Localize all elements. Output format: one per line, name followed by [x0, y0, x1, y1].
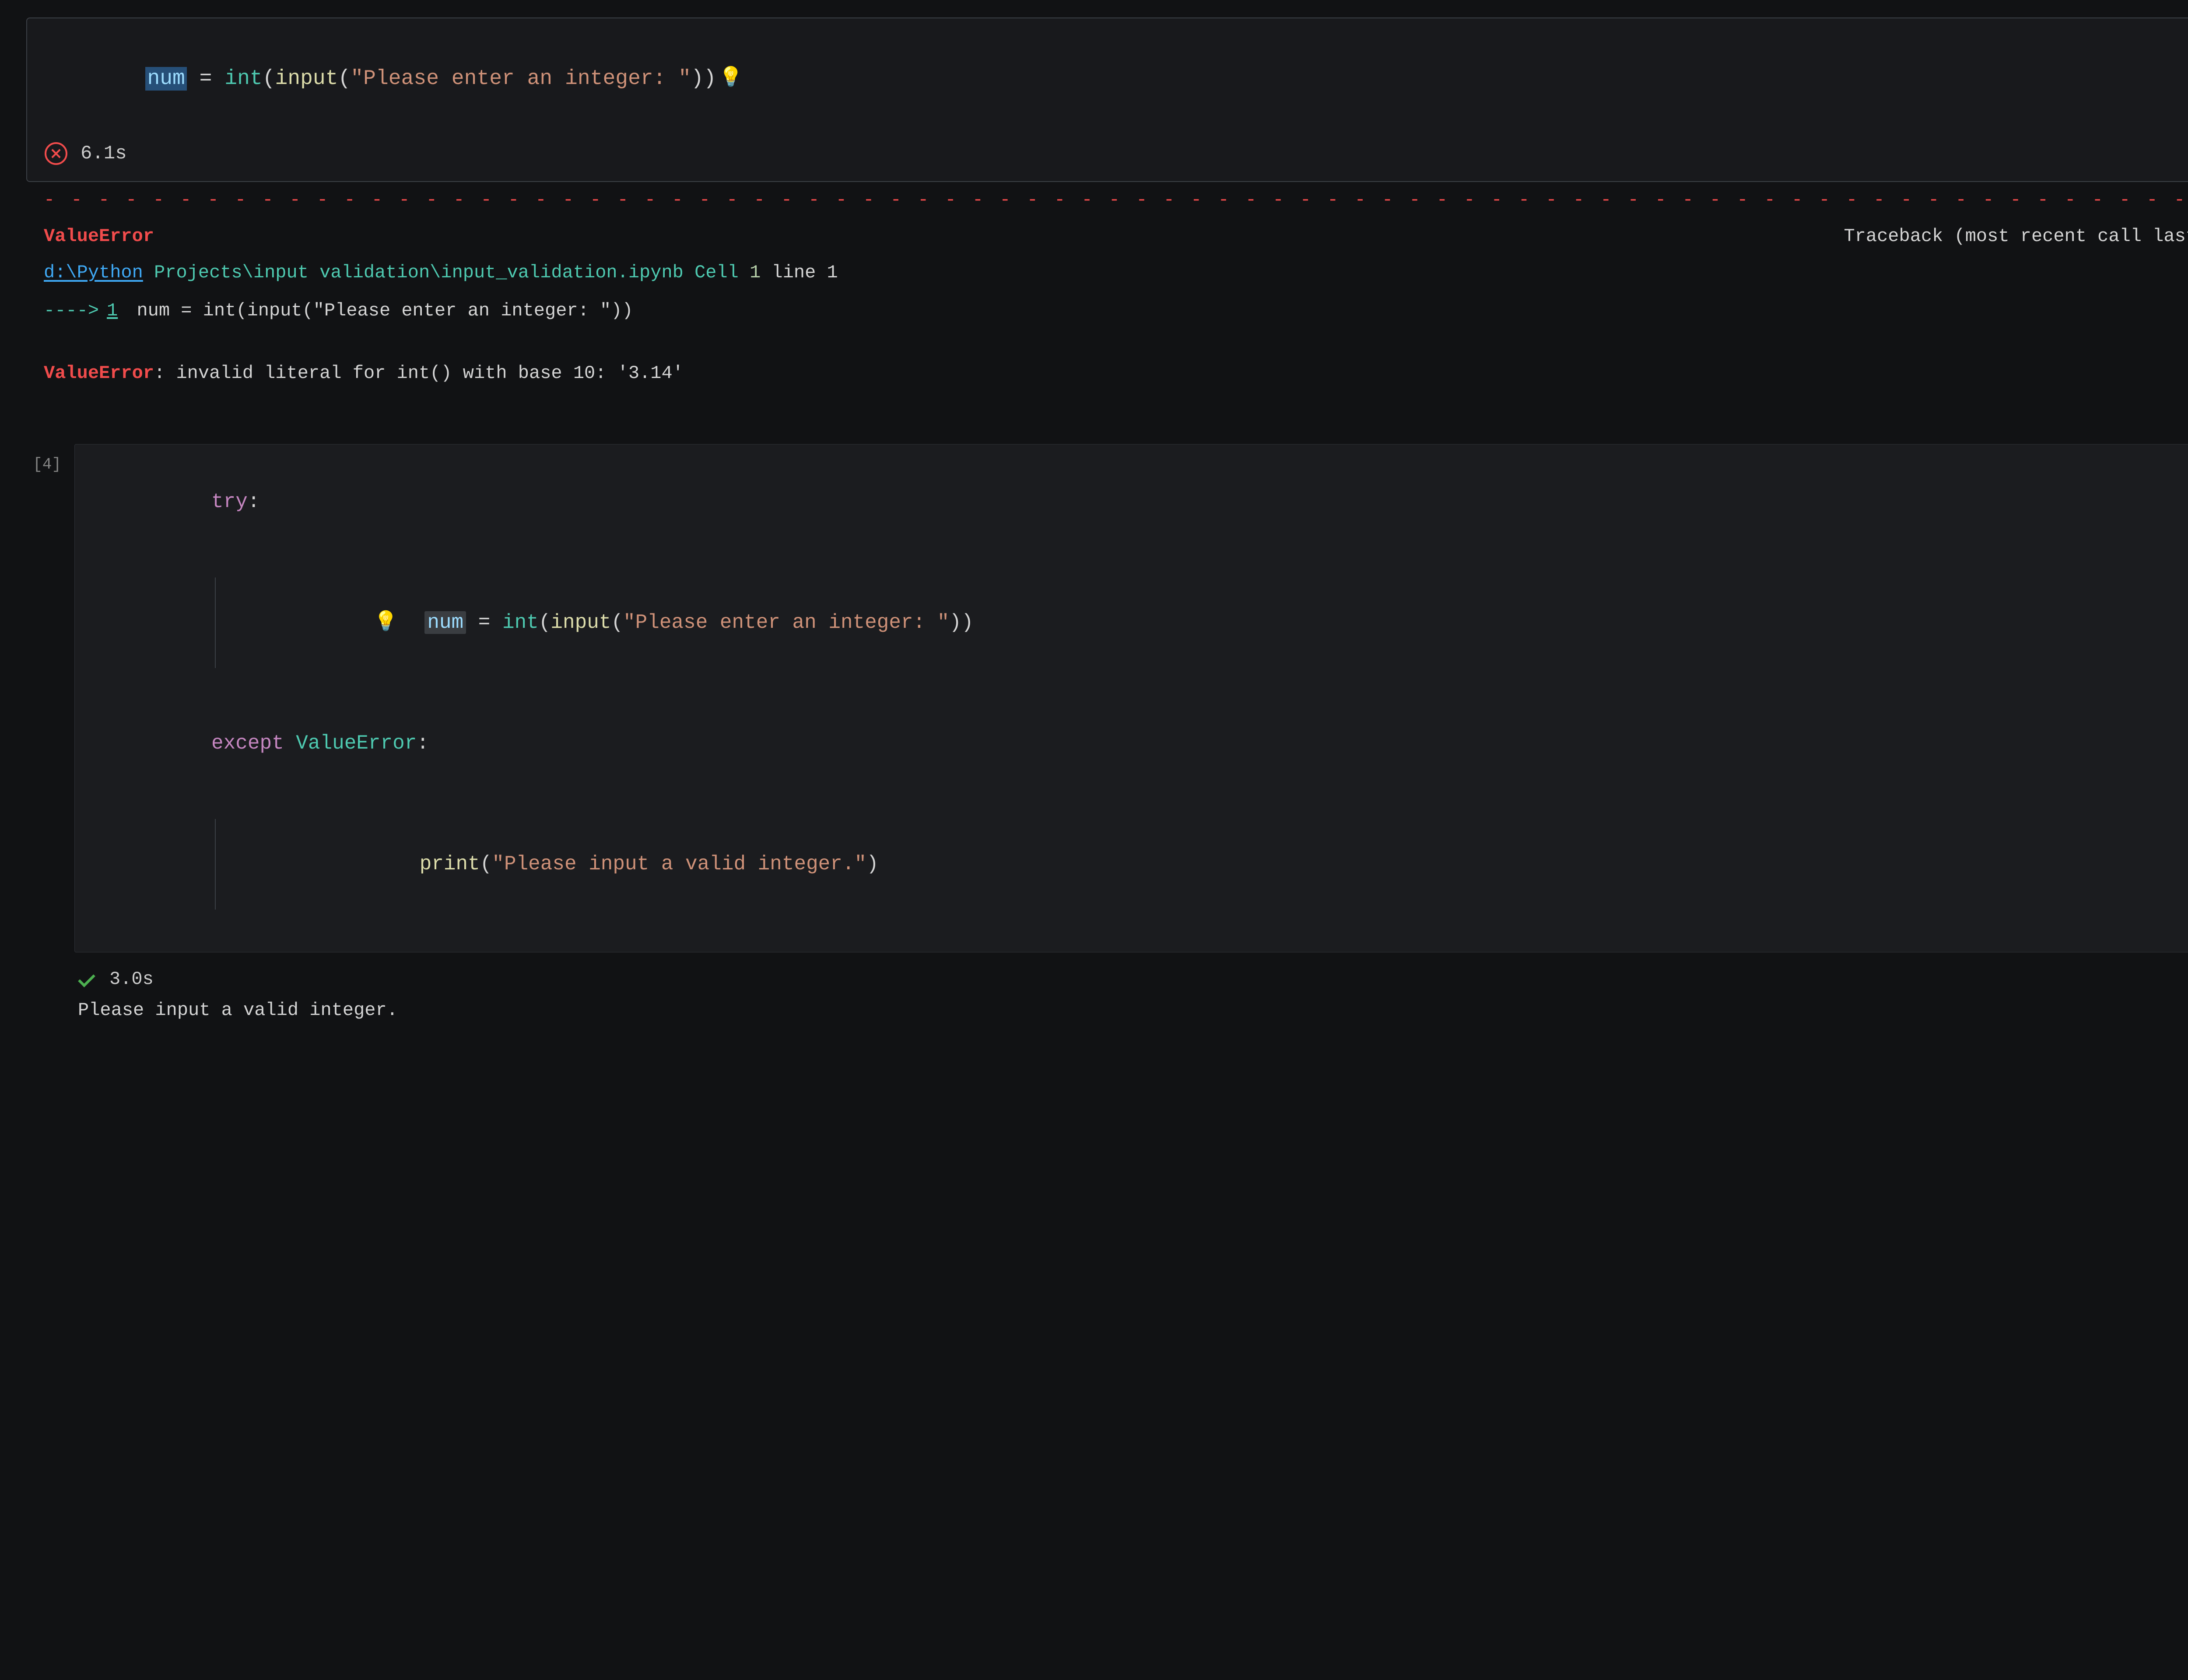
notebook-view: num = int(input("Please enter an integer… [0, 0, 2188, 1042]
token-paren: ( [611, 611, 623, 634]
error-final-text: invalid literal for int() with base 10: … [176, 363, 683, 384]
cell2-line-assign[interactable]: 💡 num = int(input("Please enter an integ… [91, 547, 2188, 698]
token-paren: )) [691, 67, 716, 91]
success-icon [78, 969, 99, 990]
cell2-exec-count: [4] [26, 444, 61, 476]
token-assign: = [187, 67, 224, 91]
traceback-line-num: 1 [827, 262, 838, 283]
token-paren: ( [263, 67, 275, 91]
traceback-frame-line: ----> 1 num = int(input("Please enter an… [44, 297, 2188, 325]
cell1-code-line[interactable]: num = int(input("Please enter an integer… [45, 32, 2188, 126]
code-cell-1[interactable]: num = int(input("Please enter an integer… [26, 18, 2188, 392]
error-exception-name: ValueError [44, 223, 154, 250]
token-paren: ( [539, 611, 551, 634]
cell2-output-text: Please input a valid integer. [78, 1000, 398, 1021]
traceback-filename: input_validation.ipynb [441, 262, 684, 283]
cell1-exec-time: 6.1s [81, 139, 127, 168]
cell1-execution-status: 6.1s [45, 139, 2188, 168]
traceback-file-link[interactable]: d:\Python [44, 262, 143, 283]
traceback-frame-lineno[interactable]: 1 [107, 297, 118, 325]
token-input: input [551, 611, 611, 634]
code-cell-2[interactable]: [4] try: 💡 num = int(input("Please enter… [26, 444, 2188, 1024]
error-final-message: ValueError: invalid literal for int() wi… [44, 360, 2188, 387]
token-var-num: num [145, 67, 186, 91]
cell2-line-except[interactable]: except ValueError: [91, 698, 2188, 789]
token-except: except [211, 732, 284, 755]
cell2-line-print[interactable]: print("Please input a valid integer.") [91, 789, 2188, 940]
token-colon: : [417, 732, 429, 755]
cell2-line-try[interactable]: try: [91, 457, 2188, 547]
traceback-cell-word: Cell [684, 262, 750, 283]
cell2-stdout: Please input a valid integer. [74, 997, 2188, 1024]
error-traceback-path: d:\Python Projects\input validation\inpu… [44, 259, 2188, 287]
token-try: try [211, 490, 248, 513]
token-valueerror: ValueError [296, 732, 417, 755]
token-paren: ( [338, 67, 351, 91]
token-print-string: "Please input a valid integer." [492, 853, 866, 875]
error-icon [45, 142, 67, 165]
token-var-num: num [424, 611, 466, 634]
token-print: print [420, 853, 480, 875]
token-paren: )) [949, 611, 973, 634]
token-assign: = [466, 611, 502, 634]
lightbulb-icon[interactable]: 💡 [716, 64, 746, 93]
token-input: input [275, 67, 338, 91]
token-int: int [224, 67, 262, 91]
token-prompt-string: "Please enter an integer: " [623, 611, 949, 634]
token-prompt-string: "Please enter an integer: " [351, 67, 691, 91]
traceback-line-word: line [761, 262, 827, 283]
cell2-exec-time: 3.0s [109, 966, 154, 993]
token-paren: ( [480, 853, 492, 875]
traceback-path-tail: Projects\input validation\ [143, 262, 441, 283]
token-colon: : [248, 490, 260, 513]
error-final-name: ValueError [44, 363, 154, 384]
traceback-arrow-icon: ----> [44, 297, 99, 325]
error-separator: - - - - - - - - - - - - - - - - - - - - … [44, 186, 2188, 214]
cell1-error-output: - - - - - - - - - - - - - - - - - - - - … [26, 182, 2188, 392]
lightbulb-icon[interactable]: 💡 [371, 608, 400, 637]
error-final-colon: : [154, 363, 176, 384]
token-paren: ) [866, 853, 879, 875]
traceback-cell-num: 1 [750, 262, 761, 283]
token-int: int [502, 611, 539, 634]
error-traceback-label: Traceback (most recent call last [1844, 223, 2188, 250]
traceback-frame-code: num = int(input("Please enter an integer… [126, 297, 633, 325]
cell2-execution-status: 3.0s [74, 966, 2188, 993]
